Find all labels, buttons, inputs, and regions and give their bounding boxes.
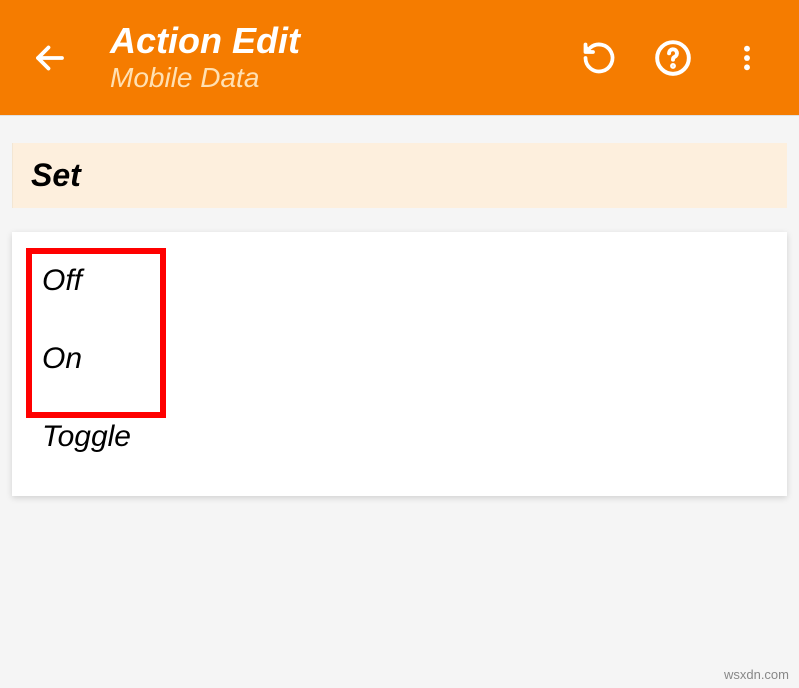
help-button[interactable] xyxy=(651,36,695,80)
watermark: wsxdn.com xyxy=(724,667,789,682)
page-title: Action Edit xyxy=(110,21,577,61)
title-block: Action Edit Mobile Data xyxy=(110,21,577,95)
page-subtitle: Mobile Data xyxy=(110,62,577,94)
option-toggle[interactable]: Toggle xyxy=(12,398,787,476)
help-icon xyxy=(654,39,692,77)
back-button[interactable] xyxy=(20,28,80,88)
more-button[interactable] xyxy=(725,36,769,80)
toolbar-actions xyxy=(577,36,769,80)
undo-icon xyxy=(581,40,617,76)
more-vert-icon xyxy=(731,42,763,74)
section-header: Set xyxy=(12,143,787,208)
undo-button[interactable] xyxy=(577,36,621,80)
option-off[interactable]: Off xyxy=(12,242,787,320)
option-on[interactable]: On xyxy=(12,320,787,398)
app-bar: Action Edit Mobile Data xyxy=(0,0,799,115)
options-dropdown: Off On Toggle xyxy=(12,232,787,496)
arrow-back-icon xyxy=(32,40,68,76)
content-area: Set Off On Toggle xyxy=(0,115,799,496)
